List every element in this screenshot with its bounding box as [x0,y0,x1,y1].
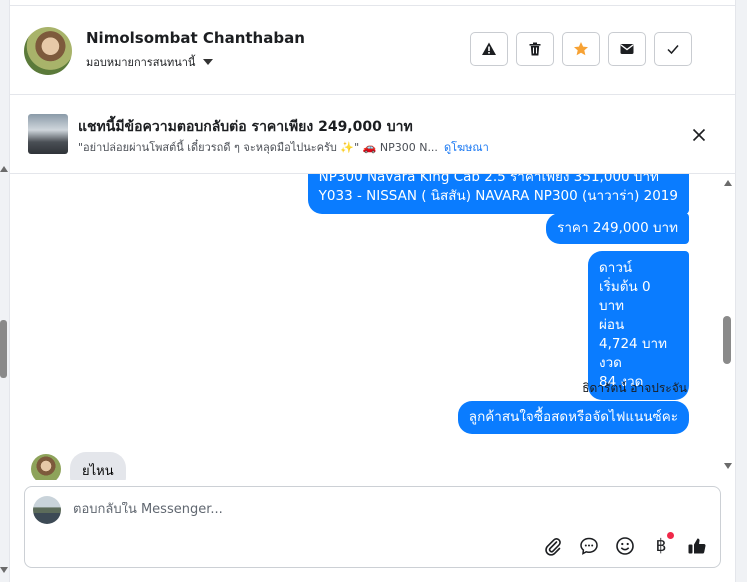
page-scroll-down-icon[interactable] [0,567,8,573]
reply-composer: ฿ [24,486,721,568]
outgoing-message[interactable]: ลูกค้าสนใจซื้อสดหรือจัดไฟแนนซ์คะ [457,401,689,434]
close-ad-button[interactable] [689,125,709,145]
contact-avatar-small [31,454,61,480]
composer-tools: ฿ [542,532,708,557]
smiley-icon [616,537,634,555]
ad-subtitle: "อย่าปล่อยผ่านโพสต์นี้ เดี๋ยวรถดี ๆ จะหล… [78,138,489,156]
report-spam-button[interactable] [470,32,508,66]
message-line: เริ่มต้น 0 บาท [599,279,651,314]
mark-unread-button[interactable] [608,32,646,66]
scroll-up-arrow-icon[interactable] [724,180,732,186]
contact-avatar[interactable] [24,27,72,75]
message-line: ดาวน์ [599,260,633,276]
assign-label: มอบหมายการสนทนานี้ [86,56,196,69]
baht-icon: ฿ [655,536,667,556]
outgoing-message[interactable]: NP300 Navara King Cab 2.5 ราคาเพียง 351,… [307,174,689,214]
view-ad-link[interactable]: ดูโฆษณา [444,141,489,154]
warning-icon [482,42,496,55]
message-line: Y033 - NISSAN ( นิสสัน) NAVARA NP300 (นา… [318,188,678,204]
paperclip-icon [545,538,561,556]
saved-replies-button[interactable] [578,535,600,557]
ad-title: แชทนี้มีข้อความตอบกลับต่อ ราคาเพียง 249,… [78,119,413,135]
payment-button[interactable]: ฿ [650,532,674,557]
emoji-button[interactable] [614,535,636,557]
chat-bubble-icon [580,537,598,555]
mail-icon [620,44,634,54]
message-list[interactable]: NP300 Navara King Cab 2.5 ราคาเพียง 351,… [10,174,735,480]
ad-description: "อย่าปล่อยผ่านโพสต์นี้ เดี๋ยวรถดี ๆ จะหล… [78,141,438,154]
thumbs-up-icon [688,538,706,554]
scroll-down-arrow-icon[interactable] [724,463,732,469]
star-button[interactable] [562,32,600,66]
outgoing-message[interactable]: ดาวน์ เริ่มต้น 0 บาท ผ่อน 4,724 บาท งวด … [588,251,689,400]
assign-conversation-dropdown[interactable]: มอบหมายการสนทนานี้ [86,53,214,71]
star-icon [574,42,588,56]
close-icon [692,128,706,142]
message-line: ผ่อน [599,317,625,333]
outgoing-message[interactable]: ราคา 249,000 บาท [546,213,689,244]
header-divider [10,94,735,95]
header-actions [470,32,692,66]
ad-thumbnail[interactable] [28,114,68,154]
check-icon [667,45,679,55]
scrollbar-thumb[interactable] [723,316,731,364]
notification-dot [667,532,674,539]
conversation-panel: Nimolsombat Chanthaban มอบหมายการสนทนานี… [9,0,736,582]
page-scroll-up-icon[interactable] [0,166,8,172]
message-line: งวด [599,355,622,371]
delete-button[interactable] [516,32,554,66]
message-line: NP300 Navara King Cab 2.5 ราคาเพียง 351,… [318,174,659,185]
contact-name[interactable]: Nimolsombat Chanthaban [86,29,305,47]
reply-input[interactable] [73,502,673,517]
trash-icon [529,42,541,56]
sender-name: ธิดารัตน์ อาจประจัน [582,381,687,395]
page-avatar [33,496,61,524]
message-line: 4,724 บาท [599,336,667,352]
incoming-message[interactable]: ยไหน [70,452,126,480]
page-scrollbar-thumb[interactable] [0,320,7,378]
top-divider [10,5,735,6]
caret-down-icon [203,59,214,65]
mark-done-button[interactable] [654,32,692,66]
like-button[interactable] [686,535,708,557]
attach-button[interactable] [542,535,564,557]
